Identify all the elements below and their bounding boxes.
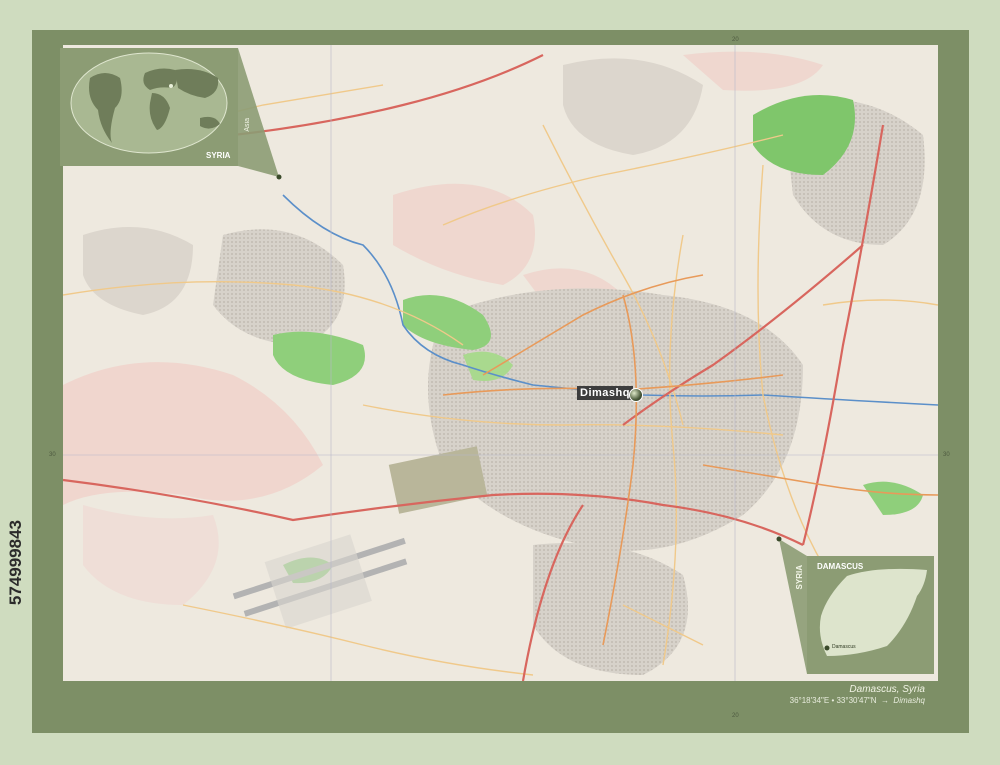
syria-inset-city-label: Damascus [832, 644, 856, 650]
map-figure: Dimashq Syria Asia Damascus Damascus Syr… [0, 0, 1000, 765]
caption-title: Damascus, Syria [849, 684, 925, 695]
caption-arrow: → [880, 696, 889, 705]
grid-tick-right: 30 [943, 452, 950, 458]
stock-id-watermark: 574999843 [6, 520, 25, 606]
world-inset: Syria [60, 48, 238, 166]
syria-silhouette [819, 568, 927, 656]
syria-inset-region-label: Damascus [817, 562, 864, 571]
grid-tick-top: 20 [732, 37, 739, 43]
grid-tick-bottom: 20 [732, 713, 739, 719]
caption-local-name: Dimashq [893, 696, 925, 705]
world-inset-country-label: Syria [206, 151, 231, 160]
syria-inset: Damascus Damascus [807, 556, 934, 674]
world-globe [70, 52, 228, 154]
caption-coordinates: 36°18'34"E • 33°30'47"N → Dimashq [790, 696, 925, 705]
caption-coordinates-text: 36°18'34"E • 33°30'47"N [789, 696, 877, 705]
grid-tick-left: 30 [49, 452, 56, 458]
syria-inset-country-label: Syria [795, 565, 804, 590]
world-inset-continent-label: Asia [244, 118, 251, 132]
